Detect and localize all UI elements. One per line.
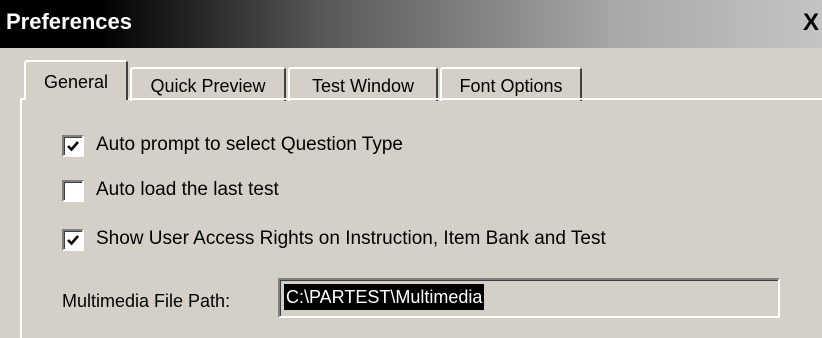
show-access-rights-checkbox[interactable] (62, 229, 84, 251)
tab-label: Quick Preview (150, 76, 266, 96)
checkmark-icon (67, 235, 79, 246)
tab-label: Font Options (459, 76, 563, 96)
title-bar: Preferences X (0, 0, 822, 48)
multimedia-path-input[interactable]: C:\PARTEST\Multimedia (278, 278, 780, 318)
tab-quick-preview[interactable]: Quick Preview (130, 67, 286, 101)
option-label: Auto load the last test (96, 179, 279, 200)
multimedia-path-value: C:\PARTEST\Multimedia (284, 284, 485, 310)
option-label: Auto prompt to select Question Type (96, 134, 403, 155)
tab-font-options[interactable]: Font Options (440, 67, 582, 101)
auto-prompt-checkbox[interactable] (62, 135, 84, 157)
tab-general[interactable]: General (24, 60, 128, 100)
tab-label: Test Window (311, 76, 415, 96)
tab-test-window[interactable]: Test Window (288, 67, 438, 101)
window-title: Preferences (6, 9, 132, 34)
tab-label: General (43, 72, 109, 92)
auto-load-checkbox[interactable] (62, 180, 84, 202)
close-button[interactable]: X (798, 8, 822, 38)
close-icon: X (802, 9, 819, 36)
option-label: Show User Access Rights on Instruction, … (96, 228, 606, 249)
checkmark-icon (67, 141, 79, 152)
multimedia-path-label: Multimedia File Path: (62, 291, 231, 311)
